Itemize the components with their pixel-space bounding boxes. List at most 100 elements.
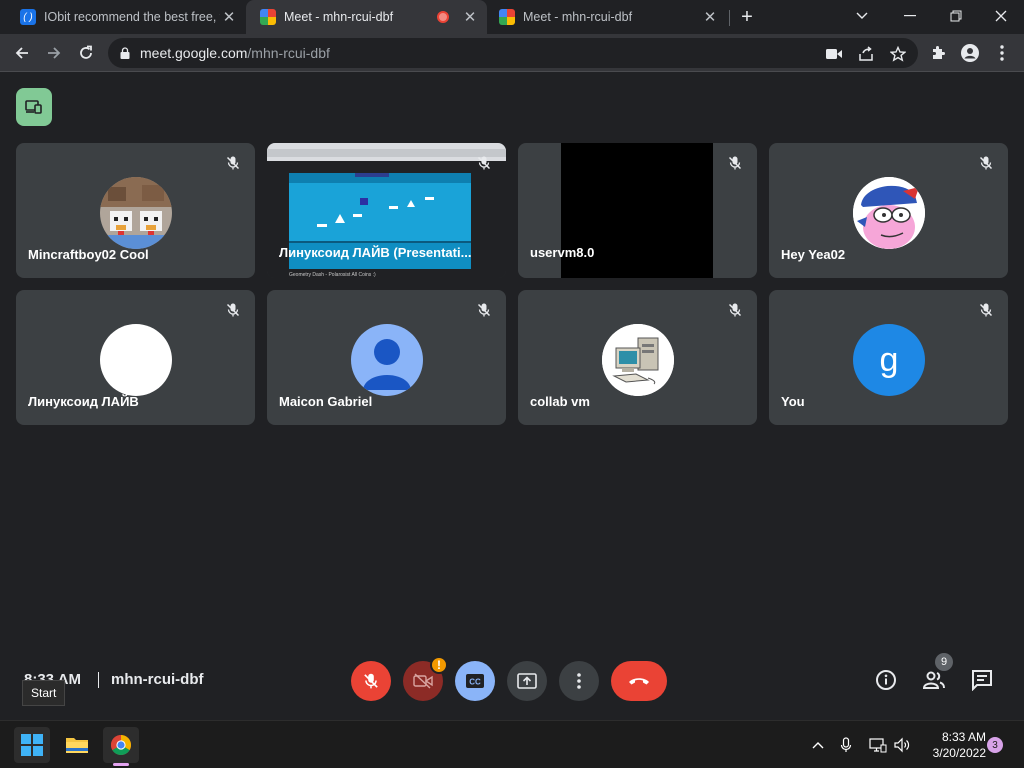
url-path: /mhn-rcui-dbf xyxy=(247,45,330,61)
url-host: meet.google.com xyxy=(140,45,248,61)
tab-title: Meet - mhn-rcui-dbf xyxy=(523,10,633,24)
browser-tab-iobit[interactable]: ( ) IObit recommend the best free, f ✕ xyxy=(0,0,246,34)
participant-name: Линуксоид ЛАЙВ (Presentati... xyxy=(279,245,472,260)
participant-tile-self[interactable]: g You xyxy=(769,290,1008,425)
participant-tile[interactable]: collab vm xyxy=(518,290,757,425)
recording-indicator-icon xyxy=(437,11,449,23)
leave-call-button[interactable] xyxy=(611,661,667,701)
chat-icon xyxy=(972,670,992,691)
avatar xyxy=(100,177,172,249)
camera-icon[interactable] xyxy=(824,44,844,64)
participant-name: You xyxy=(781,394,805,409)
browser-toolbar: meet.google.com/mhn-rcui-dbf xyxy=(0,34,1024,72)
minecraft-avatar-icon xyxy=(100,177,172,249)
minimize-icon xyxy=(904,15,916,17)
chrome-taskbar-button[interactable] xyxy=(103,727,139,763)
iobit-icon: ( ) xyxy=(20,9,36,25)
browser-tab-meet-active[interactable]: Meet - mhn-rcui-dbf ✕ xyxy=(246,0,487,34)
tab-search-button[interactable] xyxy=(842,4,882,28)
browser-tab-strip: ( ) IObit recommend the best free, f ✕ M… xyxy=(0,0,1024,34)
profile-button[interactable] xyxy=(956,39,984,67)
hang-up-icon xyxy=(629,678,649,685)
close-tab-icon[interactable]: ✕ xyxy=(220,8,238,26)
participant-name: Maicon Gabriel xyxy=(279,394,373,409)
close-window-button[interactable] xyxy=(981,4,1021,28)
participant-tile[interactable]: Mincraftboy02 Cool xyxy=(16,143,255,278)
more-options-button[interactable] xyxy=(559,661,599,701)
present-now-button[interactable] xyxy=(507,661,547,701)
arrow-right-icon xyxy=(48,47,61,59)
forward-button[interactable] xyxy=(40,39,68,67)
network-tray-icon[interactable] xyxy=(868,735,888,755)
windows-taskbar: 8:33 AM 3/20/2022 3 xyxy=(0,720,1024,768)
participant-name: Линуксоид ЛАЙВ xyxy=(28,394,139,409)
meeting-details-button[interactable] xyxy=(874,668,898,692)
camera-warning-badge[interactable]: ! xyxy=(430,656,448,674)
reload-button[interactable] xyxy=(72,39,100,67)
back-button[interactable] xyxy=(8,39,36,67)
tab-title: IObit recommend the best free, f xyxy=(44,10,220,24)
present-devices-icon xyxy=(25,100,42,114)
bookmark-star-icon[interactable] xyxy=(888,44,908,64)
avatar xyxy=(351,324,423,396)
presentation-indicator[interactable] xyxy=(16,88,52,126)
participant-tile-presentation[interactable]: Geometry Dash - Polarosist All Coins :) … xyxy=(267,143,506,278)
avatar xyxy=(100,324,172,396)
minimize-button[interactable] xyxy=(890,4,930,28)
mic-off-icon xyxy=(727,155,743,171)
new-tab-button[interactable]: + xyxy=(736,6,758,28)
participant-tile[interactable]: uservm8.0 xyxy=(518,143,757,278)
chevron-down-icon xyxy=(856,12,868,19)
start-tooltip: Start xyxy=(22,680,66,706)
show-hidden-icons-button[interactable] xyxy=(808,735,828,755)
clock-date: 3/20/2022 xyxy=(932,746,986,760)
people-icon xyxy=(922,671,945,689)
notification-badge[interactable]: 3 xyxy=(987,737,1003,753)
share-caption: Geometry Dash - Polarosist All Coins :) xyxy=(289,272,376,278)
close-icon xyxy=(995,10,1007,22)
people-button[interactable] xyxy=(922,668,946,692)
extensions-button[interactable] xyxy=(924,39,952,67)
participant-name: Hey Yea02 xyxy=(781,247,846,262)
active-app-indicator xyxy=(113,763,129,766)
address-bar[interactable]: meet.google.com/mhn-rcui-dbf xyxy=(108,38,918,68)
taskbar-clock[interactable]: 8:33 AM 3/20/2022 xyxy=(920,729,986,761)
camera-off-icon xyxy=(413,673,433,689)
divider xyxy=(98,672,99,688)
closed-captions-icon: CC xyxy=(466,674,484,688)
avatar xyxy=(853,177,925,249)
cartoon-avatar-icon xyxy=(853,177,925,249)
close-tab-icon[interactable]: ✕ xyxy=(461,8,479,26)
puzzle-icon xyxy=(933,46,945,59)
more-vert-icon xyxy=(1000,45,1004,61)
avatar xyxy=(602,324,674,396)
lock-icon[interactable] xyxy=(120,47,130,59)
captions-button[interactable]: CC xyxy=(455,661,495,701)
mic-off-icon xyxy=(364,673,378,689)
avatar-letter: g xyxy=(879,340,899,379)
browser-menu-button[interactable] xyxy=(988,39,1016,67)
participant-tile[interactable]: Maicon Gabriel xyxy=(267,290,506,425)
participant-name: uservm8.0 xyxy=(530,245,595,260)
mic-off-icon xyxy=(225,155,241,171)
url-text: meet.google.com/mhn-rcui-dbf xyxy=(140,45,330,61)
mic-off-icon xyxy=(476,155,492,171)
chat-button[interactable] xyxy=(970,668,994,692)
volume-tray-icon[interactable] xyxy=(892,735,912,755)
browser-tab-meet[interactable]: Meet - mhn-rcui-dbf ✕ xyxy=(487,0,727,34)
participant-name: Mincraftboy02 Cool xyxy=(28,247,149,262)
microphone-tray-icon[interactable] xyxy=(836,735,856,755)
meet-control-bar: 8:33 AM mhn-rcui-dbf ! CC 9 xyxy=(0,648,1024,712)
mic-off-icon xyxy=(978,302,994,318)
reload-icon xyxy=(80,45,92,59)
toggle-mic-button[interactable] xyxy=(351,661,391,701)
participant-tile[interactable]: Линуксоид ЛАЙВ xyxy=(16,290,255,425)
computer-icon xyxy=(602,324,674,396)
participant-tile[interactable]: Hey Yea02 xyxy=(769,143,1008,278)
windows-logo-icon xyxy=(21,734,43,756)
close-tab-icon[interactable]: ✕ xyxy=(701,8,719,26)
start-button[interactable] xyxy=(14,727,50,763)
restore-button[interactable] xyxy=(936,4,976,28)
file-explorer-button[interactable] xyxy=(59,727,95,763)
share-icon[interactable] xyxy=(856,44,876,64)
